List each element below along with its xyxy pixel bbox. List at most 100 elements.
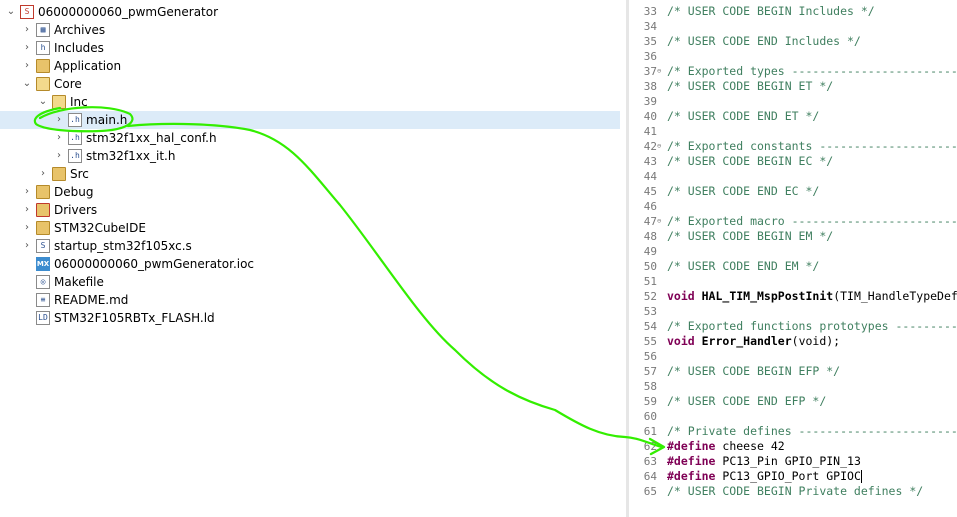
line-number: 42 (643, 140, 657, 153)
tree-item[interactable]: › STM32CubeIDE (0, 219, 620, 237)
tree-item-label: Application (54, 59, 122, 73)
code-token: PC13_GPIO_Port GPIOC (715, 469, 861, 483)
line-number: 37 (643, 65, 657, 78)
code-line[interactable]: /* USER CODE END EFP */ (667, 394, 826, 409)
chevron-right-icon[interactable]: › (22, 183, 32, 201)
code-token: PC13_Pin GPIO_PIN_13 (715, 454, 861, 468)
line-number: 46 (643, 200, 657, 213)
tree-item-label: Includes (54, 41, 104, 55)
fold-toggle-icon[interactable]: ⊖ (657, 139, 665, 154)
fold-toggle-icon[interactable]: ⊖ (657, 64, 665, 79)
code-line[interactable]: /* Exported functions prototypes -------… (667, 319, 957, 334)
code-line[interactable]: #define cheese 42 (667, 439, 785, 454)
code-line[interactable]: /* USER CODE BEGIN EFP */ (667, 364, 840, 379)
code-line[interactable]: /* USER CODE BEGIN ET */ (667, 79, 833, 94)
line-number: 33 (643, 5, 657, 18)
tree-item-label: STM32F105RBTx_FLASH.ld (54, 311, 215, 325)
code-line[interactable]: /* USER CODE END EC */ (667, 184, 819, 199)
tree-item[interactable]: › .h stm32f1xx_hal_conf.h (0, 129, 620, 147)
chevron-right-icon[interactable]: › (54, 111, 64, 129)
line-number: 63 (643, 455, 657, 468)
code-line[interactable]: void HAL_TIM_MspPostInit(TIM_HandleTypeD… (667, 289, 957, 304)
line-number: 35 (643, 35, 657, 48)
code-token: #define (667, 469, 716, 483)
tree-item[interactable]: › ▦ Archives (0, 21, 620, 39)
tree-item[interactable]: MX 06000000060_pwmGenerator.ioc (0, 255, 620, 273)
tree-item[interactable]: › .h main.h (0, 111, 620, 129)
tree-item[interactable]: ⌄ Core (0, 75, 620, 93)
code-line[interactable]: #define PC13_GPIO_Port GPIOC (667, 469, 862, 484)
chevron-right-icon[interactable]: › (22, 21, 32, 39)
code-token: /* Exported types ----------------------… (667, 64, 957, 78)
line-number: 50 (643, 260, 657, 273)
tree-item-label: Drivers (54, 203, 98, 217)
chevron-right-icon[interactable]: › (22, 39, 32, 57)
chevron-right-icon[interactable]: › (22, 57, 32, 75)
chevron-right-icon[interactable]: › (38, 165, 48, 183)
chevron-right-icon[interactable]: › (54, 129, 64, 147)
tree-item[interactable]: ⌄ Inc (0, 93, 620, 111)
tree-item[interactable]: LD STM32F105RBTx_FLASH.ld (0, 309, 620, 327)
chevron-right-icon[interactable]: › (54, 147, 64, 165)
code-line[interactable]: /* USER CODE BEGIN EM */ (667, 229, 833, 244)
code-token: #define (667, 439, 716, 453)
code-token: /* USER CODE BEGIN EC */ (667, 154, 834, 168)
chevron-right-icon[interactable]: › (22, 201, 32, 219)
tree-item-label: STM32CubeIDE (54, 221, 146, 235)
tree-item[interactable]: › Debug (0, 183, 620, 201)
chevron-down-icon[interactable]: ⌄ (22, 75, 32, 93)
tree-item[interactable]: ◎ Makefile (0, 273, 620, 291)
code-token: void (667, 334, 702, 348)
chevron-right-icon[interactable]: › (22, 219, 32, 237)
chevron-down-icon[interactable]: ⌄ (6, 3, 16, 21)
tree-item[interactable]: › h Includes (0, 39, 620, 57)
tree-item[interactable]: › Src (0, 165, 620, 183)
chevron-right-icon[interactable]: › (22, 237, 32, 255)
code-editor[interactable]: 33 34 35 36 37 ⊖ 38 39 40 41 42 ⊖ 43 44 45 46 47 ⊖ 48 49 50 5… (629, 0, 957, 517)
code-line[interactable]: /* Exported macro ----------------------… (667, 214, 957, 229)
code-line[interactable]: /* USER CODE END EM */ (667, 259, 819, 274)
line-number: 41 (643, 125, 657, 138)
folder-error-icon (36, 203, 50, 217)
tree-item[interactable]: › Sstartup_stm32f105xc.s (0, 237, 620, 255)
tree-item-label: Inc (70, 95, 88, 109)
code-line[interactable]: /* USER CODE BEGIN Includes */ (667, 4, 875, 19)
code-line[interactable]: /* USER CODE BEGIN EC */ (667, 154, 833, 169)
code-line[interactable]: void Error_Handler(void); (667, 334, 840, 349)
includes-icon: h (36, 41, 50, 55)
tree-item-label: Archives (54, 23, 106, 37)
line-number: 58 (643, 380, 657, 393)
tree-item[interactable]: › Drivers (0, 201, 620, 219)
header-file-icon: .h (68, 113, 82, 127)
code-line[interactable]: /* USER CODE END Includes */ (667, 34, 861, 49)
line-number: 49 (643, 245, 657, 258)
code-token: void (667, 289, 702, 303)
code-line[interactable]: /* USER CODE END ET */ (667, 109, 819, 124)
code-token: /* Exported constants ------------------… (667, 139, 957, 153)
line-number: 48 (643, 230, 657, 243)
tree-item-label: Debug (54, 185, 94, 199)
tree-item-label: stm32f1xx_hal_conf.h (86, 131, 217, 145)
tree-item[interactable]: ≡ README.md (0, 291, 620, 309)
tree-item[interactable]: › .h stm32f1xx_it.h (0, 147, 620, 165)
code-token: (TIM_HandleTypeDef *htim); (833, 289, 957, 303)
line-number: 55 (643, 335, 657, 348)
chevron-down-icon[interactable]: ⌄ (38, 93, 48, 111)
tree-item-label: 06000000060_pwmGenerator.ioc (54, 257, 255, 271)
code-line[interactable]: /* USER CODE BEGIN Private defines */ (667, 484, 923, 499)
tree-item-label: Src (70, 167, 89, 181)
code-token: /* Exported macro ----------------------… (667, 214, 957, 228)
code-line[interactable]: /* Exported constants ------------------… (667, 139, 957, 154)
code-line[interactable]: /* Exported types ----------------------… (667, 64, 957, 79)
line-number: 39 (643, 95, 657, 108)
line-number: 56 (643, 350, 657, 363)
tree-item[interactable]: › Application (0, 57, 620, 75)
code-line[interactable]: #define PC13_Pin GPIO_PIN_13 (667, 454, 861, 469)
line-number: 34 (643, 20, 657, 33)
line-number: 43 (643, 155, 657, 168)
tree-item[interactable]: ⌄ S 06000000060_pwmGenerator (0, 3, 620, 21)
fold-toggle-icon[interactable]: ⊖ (657, 214, 665, 229)
folder-icon (36, 59, 50, 73)
folder-open-icon (52, 95, 66, 109)
code-line[interactable]: /* Private defines ---------------------… (667, 424, 957, 439)
